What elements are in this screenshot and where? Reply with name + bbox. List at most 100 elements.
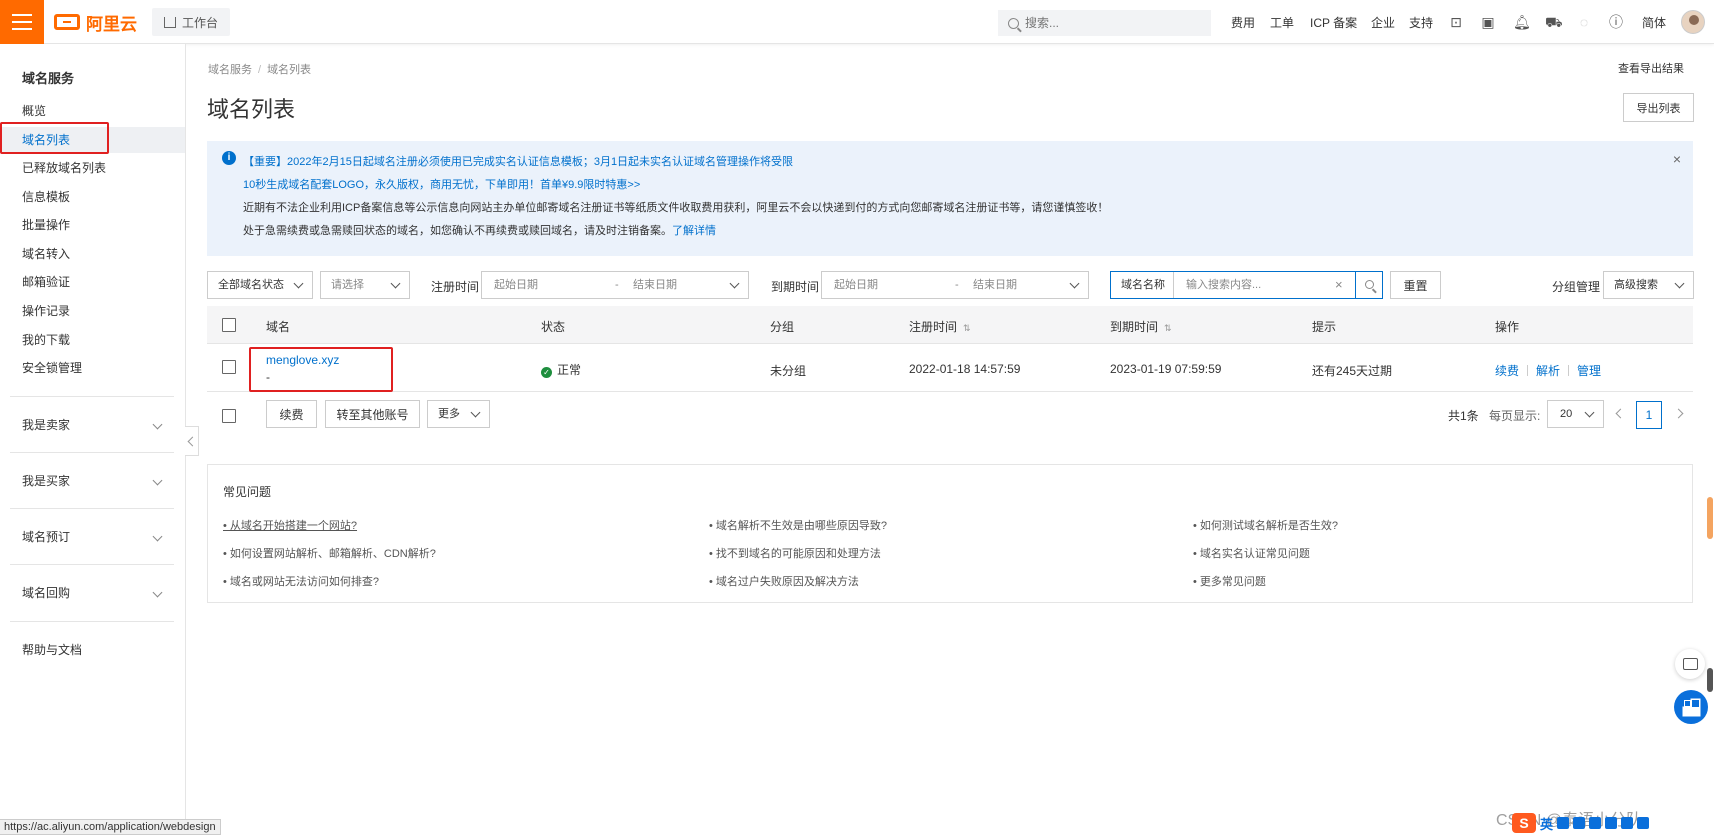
search-field-selector[interactable]: 域名名称 bbox=[1121, 272, 1165, 298]
breadcrumb-item[interactable]: 域名服务 bbox=[208, 64, 252, 76]
bulk-renew-button[interactable]: 续费 bbox=[266, 400, 317, 428]
transfer-account-button[interactable]: 转至其他账号 bbox=[325, 400, 420, 428]
clear-icon[interactable]: × bbox=[1335, 272, 1343, 298]
reg-start-date[interactable]: 起始日期 bbox=[494, 272, 538, 298]
faq-link[interactable]: • 域名或网站无法访问如何排查? bbox=[223, 573, 379, 589]
code-icon[interactable]: ⊡ bbox=[1449, 15, 1463, 29]
sidebar-collapse-button[interactable] bbox=[185, 426, 199, 456]
group-manage-link[interactable]: 分组管理 bbox=[1552, 278, 1600, 295]
sidebar-item-email-verify[interactable]: 邮箱验证 bbox=[0, 269, 185, 295]
prev-page-icon[interactable] bbox=[1615, 408, 1626, 419]
help-icon[interactable]: ⓘ bbox=[1609, 15, 1623, 29]
select-all-checkbox[interactable] bbox=[222, 318, 236, 332]
scroll-indicator[interactable] bbox=[1707, 497, 1713, 539]
aliyun-logo[interactable]: 阿里云 bbox=[54, 12, 137, 34]
exp-start-date[interactable]: 起始日期 bbox=[834, 272, 878, 298]
notice-important-link[interactable]: 【重要】2022年2月15日起域名注册必须使用已完成实名认证信息模板；3月1日起… bbox=[243, 153, 793, 169]
exp-time-range-picker[interactable]: 起始日期 - 结束日期 bbox=[821, 271, 1089, 299]
bell-icon[interactable]: 🔔︎ bbox=[1513, 15, 1531, 29]
ime-mode[interactable]: 英 bbox=[1540, 814, 1553, 833]
cart-icon[interactable]: ⛟ bbox=[1545, 15, 1563, 29]
sidebar-group-buyback[interactable]: 域名回购 bbox=[0, 565, 185, 621]
ime-toolbar[interactable]: S 英 bbox=[1512, 812, 1712, 834]
view-export-results-link[interactable]: 查看导出结果 bbox=[1618, 60, 1684, 76]
sidebar-item-overview[interactable]: 概览 bbox=[0, 98, 185, 124]
faq-link[interactable]: • 找不到域名的可能原因和处理方法 bbox=[709, 545, 881, 561]
nav-tickets[interactable]: 工单 bbox=[1270, 14, 1294, 31]
global-search-input[interactable] bbox=[1025, 16, 1195, 30]
terminal-icon[interactable]: ▣ bbox=[1481, 15, 1495, 29]
sidebar-item-help-docs[interactable]: 帮助与文档 bbox=[0, 637, 185, 663]
col-reg-time[interactable]: 注册时间 ⇅ bbox=[909, 318, 971, 335]
sidebar-item-downloads[interactable]: 我的下载 bbox=[0, 327, 185, 353]
nav-enterprise[interactable]: 企业 bbox=[1371, 14, 1395, 31]
renew-link[interactable]: 续费 bbox=[1495, 364, 1519, 378]
ime-punct-icon[interactable] bbox=[1557, 817, 1570, 829]
dns-resolve-link[interactable]: 解析 bbox=[1536, 364, 1560, 378]
sort-icon[interactable]: ⇅ bbox=[1164, 323, 1172, 333]
nav-fees[interactable]: 费用 bbox=[1231, 14, 1255, 31]
sogou-ime-icon: S bbox=[1512, 813, 1536, 833]
chat-icon[interactable] bbox=[1675, 649, 1705, 679]
group-cell: 未分组 bbox=[770, 364, 807, 378]
sidebar-item-info-templates[interactable]: 信息模板 bbox=[0, 184, 185, 210]
faq-link[interactable]: • 如何设置网站解析、邮箱解析、CDN解析? bbox=[223, 545, 436, 561]
faq-link[interactable]: • 从域名开始搭建一个网站? bbox=[223, 517, 357, 533]
faq-link[interactable]: • 域名实名认证常见问题 bbox=[1193, 545, 1310, 561]
col-exp-time[interactable]: 到期时间 ⇅ bbox=[1110, 318, 1172, 335]
notice-logo-promo-link[interactable]: 10秒生成域名配套LOGO，永久版权，商用无忧，下单即用！首单¥9.9限时特惠>… bbox=[243, 176, 640, 192]
close-icon[interactable]: × bbox=[1673, 151, 1681, 167]
bulk-select-checkbox[interactable] bbox=[222, 409, 236, 423]
scroll-indicator[interactable] bbox=[1707, 668, 1713, 692]
manage-link[interactable]: 管理 bbox=[1577, 364, 1601, 378]
info-icon: i bbox=[222, 151, 236, 165]
type-filter-select[interactable]: 请选择 bbox=[320, 271, 410, 299]
ime-emoji-icon[interactable] bbox=[1573, 817, 1586, 829]
sidebar-item-released-domains[interactable]: 已释放域名列表 bbox=[0, 155, 185, 181]
next-page-icon[interactable] bbox=[1673, 408, 1684, 419]
workbench-button[interactable]: 工作台 bbox=[152, 8, 231, 36]
export-list-button[interactable]: 导出列表 bbox=[1623, 93, 1694, 122]
ime-mic-icon[interactable] bbox=[1589, 817, 1602, 829]
ime-keyboard-icon[interactable] bbox=[1605, 817, 1618, 829]
sidebar-item-domain-transfer[interactable]: 域名转入 bbox=[0, 241, 185, 267]
exp-end-date[interactable]: 结束日期 bbox=[973, 272, 1017, 298]
more-actions-button[interactable]: 更多 bbox=[427, 400, 490, 428]
sidebar-item-security-lock[interactable]: 安全锁管理 bbox=[0, 355, 185, 381]
page-number-current[interactable]: 1 bbox=[1636, 401, 1662, 429]
reg-time-range-picker[interactable]: 起始日期 - 结束日期 bbox=[481, 271, 749, 299]
user-avatar[interactable] bbox=[1681, 10, 1705, 34]
status-filter-select[interactable]: 全部域名状态 bbox=[207, 271, 313, 299]
faq-link[interactable]: • 域名解析不生效是由哪些原因导致? bbox=[709, 517, 887, 533]
chevron-down-icon bbox=[1584, 407, 1595, 418]
sidebar-item-batch-ops[interactable]: 批量操作 bbox=[0, 212, 185, 238]
ime-skin-icon[interactable] bbox=[1621, 817, 1634, 829]
faq-link[interactable]: • 更多常见问题 bbox=[1193, 573, 1266, 589]
reg-end-date[interactable]: 结束日期 bbox=[633, 272, 677, 298]
sidebar-divider bbox=[10, 621, 174, 622]
sidebar-group-reserve[interactable]: 域名预订 bbox=[0, 509, 185, 565]
sidebar-group-seller[interactable]: 我是卖家 bbox=[0, 397, 185, 453]
ime-tools-icon[interactable] bbox=[1637, 817, 1650, 829]
lang-switch[interactable]: 简体 bbox=[1642, 14, 1666, 31]
row-checkbox[interactable] bbox=[222, 360, 236, 374]
search-icon[interactable] bbox=[1365, 280, 1374, 289]
hamburger-menu-button[interactable] bbox=[0, 0, 44, 44]
per-page-select[interactable]: 20 bbox=[1547, 400, 1604, 428]
advanced-search-button[interactable]: 高级搜索 bbox=[1603, 271, 1694, 299]
sidebar-group-buyer[interactable]: 我是买家 bbox=[0, 453, 185, 509]
domain-search-input[interactable]: 输入搜索内容... bbox=[1186, 272, 1261, 298]
learn-more-link[interactable]: 了解详情 bbox=[672, 225, 716, 237]
faq-link[interactable]: • 如何测试域名解析是否生效? bbox=[1193, 517, 1338, 533]
per-page-value: 20 bbox=[1560, 408, 1573, 420]
apps-grid-icon[interactable] bbox=[1674, 690, 1708, 724]
nav-support[interactable]: 支持 bbox=[1409, 14, 1433, 31]
breadcrumb: 域名服务 / 域名列表 bbox=[208, 64, 312, 76]
nav-icp[interactable]: ICP 备案 bbox=[1310, 14, 1357, 31]
reset-button[interactable]: 重置 bbox=[1390, 271, 1441, 299]
lightbulb-icon[interactable]: ◌ bbox=[1577, 15, 1591, 29]
faq-link[interactable]: • 域名过户失败原因及解决方法 bbox=[709, 573, 859, 589]
global-search[interactable] bbox=[998, 10, 1211, 36]
sidebar-item-op-logs[interactable]: 操作记录 bbox=[0, 298, 185, 324]
sort-icon[interactable]: ⇅ bbox=[963, 323, 971, 333]
